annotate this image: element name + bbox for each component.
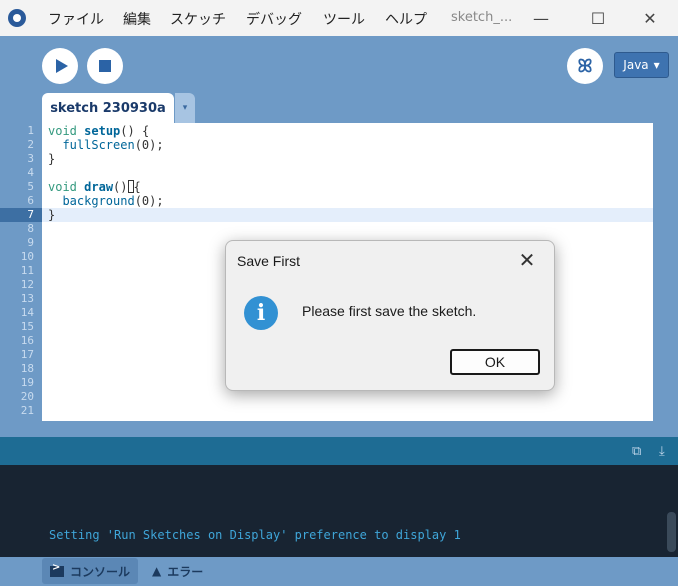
tab-menu-button[interactable]: ▾ xyxy=(175,93,195,123)
menu-sketch[interactable]: スケッチ xyxy=(170,9,226,29)
line-number: 14 xyxy=(20,306,34,319)
menu-file[interactable]: ファイル xyxy=(48,9,104,29)
copy-icon[interactable]: ⧉ xyxy=(632,444,646,459)
tab-errors-label: エラー xyxy=(167,564,204,579)
line-number: 1 xyxy=(27,124,34,137)
info-icon: i xyxy=(244,296,278,330)
line-number: 21 xyxy=(20,404,34,417)
ok-button[interactable]: OK xyxy=(450,349,540,375)
tab-console[interactable]: コンソール xyxy=(42,558,139,584)
console-scrollbar[interactable] xyxy=(667,512,676,552)
warning-icon: ▲ xyxy=(152,564,162,578)
line-number: 7 xyxy=(27,208,34,221)
minimize-button[interactable]: — xyxy=(518,0,564,36)
stop-icon xyxy=(99,60,111,72)
mode-label: Java xyxy=(623,58,649,72)
close-window-button[interactable]: ✕ xyxy=(627,0,673,36)
chevron-down-icon: ▾ xyxy=(653,58,660,72)
line-number: 15 xyxy=(20,320,34,333)
code-line: void setup() { xyxy=(48,124,150,138)
menu-debug[interactable]: デバッグ xyxy=(246,9,302,29)
line-number: 9 xyxy=(27,236,34,249)
line-number: 17 xyxy=(20,348,34,361)
code-line: } xyxy=(48,208,56,222)
menu-tools[interactable]: ツール xyxy=(323,9,365,29)
line-number: 16 xyxy=(20,334,34,347)
line-number: 2 xyxy=(27,138,34,151)
console-header xyxy=(0,437,678,465)
line-number: 8 xyxy=(27,222,34,235)
line-number: 12 xyxy=(20,278,34,291)
line-number: 11 xyxy=(20,264,34,277)
line-number: 6 xyxy=(27,194,34,207)
play-icon xyxy=(55,59,68,73)
save-first-dialog: Save First ✕ i Please first save the ske… xyxy=(225,240,555,391)
line-number: 4 xyxy=(27,166,34,179)
mode-selector[interactable]: Java ▾ xyxy=(614,52,669,78)
code-line: background(0); xyxy=(62,194,164,208)
line-number: 3 xyxy=(27,152,34,165)
code-line: void draw(){ xyxy=(48,180,141,194)
window-title: sketch_... xyxy=(451,10,513,25)
menu-help[interactable]: ヘルプ xyxy=(385,9,427,29)
run-button[interactable] xyxy=(42,48,78,84)
dialog-title: Save First xyxy=(237,253,301,269)
dialog-close-button[interactable]: ✕ xyxy=(514,247,540,273)
tab-errors[interactable]: ▲ エラー xyxy=(144,558,211,584)
collapse-icon[interactable]: ⤓ xyxy=(659,444,673,459)
code-line: } xyxy=(48,152,56,166)
processing-logo-icon xyxy=(8,9,26,27)
stop-button[interactable] xyxy=(87,48,123,84)
console-icon xyxy=(50,562,64,577)
line-number: 18 xyxy=(20,362,34,375)
line-number: 10 xyxy=(20,250,34,263)
current-line-highlight xyxy=(42,208,653,222)
text-caret xyxy=(127,180,134,193)
line-number: 20 xyxy=(20,390,34,403)
console-message: Setting 'Run Sketches on Display' prefer… xyxy=(49,528,461,542)
line-number: 19 xyxy=(20,376,34,389)
tab-sketch[interactable]: sketch 230930a xyxy=(42,93,174,123)
tab-console-label: コンソール xyxy=(70,564,131,579)
console-divider[interactable] xyxy=(0,421,678,437)
dialog-message: Please first save the sketch. xyxy=(302,303,477,319)
code-line: fullScreen(0); xyxy=(62,138,164,152)
butterfly-icon: ꕤ xyxy=(577,55,593,77)
line-number: 5 xyxy=(27,180,34,193)
title-bar: ファイル 編集 スケッチ デバッグ ツール ヘルプ sketch_... — ☐… xyxy=(0,0,678,36)
editor-right-margin xyxy=(653,123,678,421)
line-number: 13 xyxy=(20,292,34,305)
console-output[interactable] xyxy=(0,465,678,557)
menu-edit[interactable]: 編集 xyxy=(123,9,151,29)
debugger-button[interactable]: ꕤ xyxy=(567,48,603,84)
maximize-button[interactable]: ☐ xyxy=(575,0,621,36)
